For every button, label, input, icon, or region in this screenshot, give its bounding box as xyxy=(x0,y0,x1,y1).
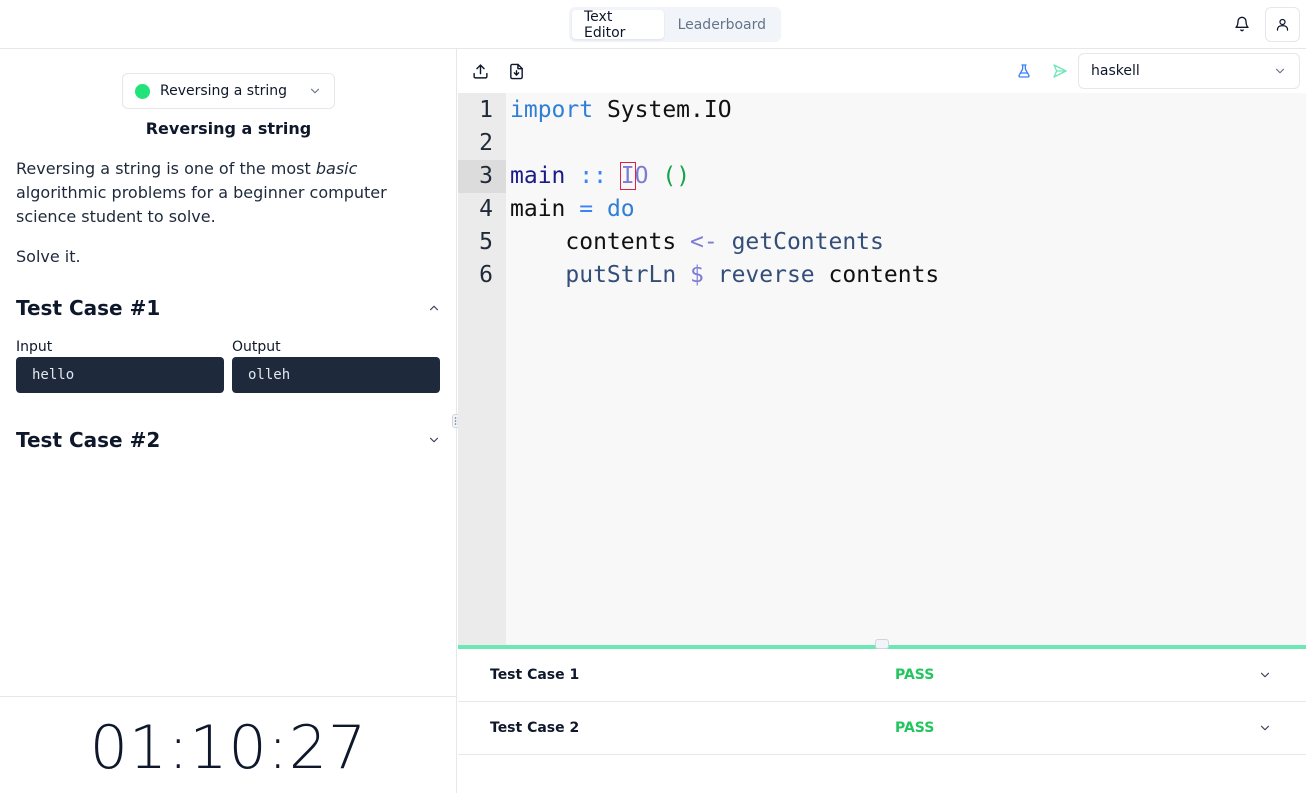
tab-leaderboard[interactable]: Leaderboard xyxy=(666,10,778,39)
result-name: Test Case 2 xyxy=(490,720,580,736)
description-emphasis: basic xyxy=(315,159,358,178)
output-label: Output xyxy=(232,339,281,355)
problem-title: Reversing a string xyxy=(145,119,312,138)
line-number: 2 xyxy=(479,130,493,156)
send-icon xyxy=(1053,64,1067,78)
input-label: Input xyxy=(16,339,53,355)
code-line: import System.IO xyxy=(510,94,732,127)
line-gutter: 1 2 3 4 5 6 xyxy=(458,93,506,645)
code-token: () xyxy=(648,163,691,189)
problem-instruction: Solve it. xyxy=(16,247,81,266)
line-number: 6 xyxy=(479,262,493,288)
tab-text-editor[interactable]: Text Editor xyxy=(572,9,664,41)
code-token: import xyxy=(510,97,594,123)
description-text-end: algorithmic problems for a beginner comp… xyxy=(16,183,387,226)
code-token: System.IO xyxy=(593,97,732,123)
problem-panel: Reversing a string Reversing a string Re… xyxy=(0,49,457,793)
code-line: main :: IO () xyxy=(510,160,690,193)
result-row-2[interactable]: Test Case 2 PASS xyxy=(458,702,1306,755)
code-token: <- xyxy=(676,229,732,255)
problem-selector-label: Reversing a string xyxy=(160,83,287,99)
code-token: main xyxy=(510,196,566,222)
code-token: = xyxy=(565,196,607,222)
test-output-value: olleh xyxy=(232,357,440,393)
flask-icon xyxy=(1018,64,1030,78)
user-icon xyxy=(1276,18,1289,31)
code-line: contents <- getContents xyxy=(510,226,884,259)
line-number: 4 xyxy=(479,196,493,222)
result-status: PASS xyxy=(895,720,935,736)
test-case-title: Test Case #2 xyxy=(16,428,161,452)
bell-icon xyxy=(1235,16,1249,32)
code-line: main = do xyxy=(510,193,635,226)
code-token: reverse xyxy=(717,262,815,288)
language-value: haskell xyxy=(1091,63,1140,79)
problem-description: Reversing a string is one of the most ba… xyxy=(16,157,441,229)
code-token: :: xyxy=(565,163,621,189)
upload-button[interactable] xyxy=(470,61,490,81)
view-tabs: Text Editor Leaderboard xyxy=(569,7,781,42)
chevron-down-icon xyxy=(1260,672,1270,678)
horizontal-resize-handle[interactable] xyxy=(875,639,889,649)
user-menu-button[interactable] xyxy=(1265,7,1300,42)
code-token: contents xyxy=(510,229,677,255)
upload-icon xyxy=(472,63,488,79)
test-case-1-header[interactable]: Test Case #1 xyxy=(16,294,441,322)
code-token: contents xyxy=(814,262,940,288)
code-token: putStrLn xyxy=(510,262,677,288)
editor-toolbar: haskell xyxy=(458,49,1306,93)
code-token: $ xyxy=(676,262,718,288)
run-tests-button[interactable] xyxy=(1014,61,1034,81)
timer-section: 01:10:27 xyxy=(0,696,457,793)
line-number: 5 xyxy=(479,229,493,255)
chevron-down-icon xyxy=(1260,725,1270,731)
result-name: Test Case 1 xyxy=(490,667,580,683)
code-token: do xyxy=(606,196,635,222)
top-bar: Text Editor Leaderboard xyxy=(0,0,1306,49)
code-editor[interactable]: 123456 import System.IO main :: IO () main… xyxy=(458,93,1306,645)
code-token: getContents xyxy=(731,229,884,255)
download-button[interactable] xyxy=(506,61,526,81)
countdown-timer: 01:10:27 xyxy=(89,713,368,783)
result-row-1[interactable]: Test Case 1 PASS xyxy=(458,649,1306,702)
description-text: Reversing a string is one of the most xyxy=(16,159,316,178)
chevron-down-icon xyxy=(310,88,320,94)
status-dot xyxy=(135,83,150,99)
test-input-value: hello xyxy=(16,357,224,393)
download-file-icon xyxy=(509,63,523,79)
language-select[interactable]: haskell xyxy=(1078,53,1300,89)
notifications-button[interactable] xyxy=(1226,8,1258,40)
problem-selector[interactable]: Reversing a string xyxy=(122,73,335,109)
test-case-2-header[interactable]: Test Case #2 xyxy=(16,426,441,454)
chevron-down-icon xyxy=(429,437,439,443)
code-line: putStrLn $ reverse contents xyxy=(510,259,939,292)
chevron-down-icon xyxy=(1275,68,1285,74)
code-token: main xyxy=(510,163,566,189)
result-status: PASS xyxy=(895,667,935,683)
test-case-title: Test Case #1 xyxy=(16,296,161,320)
chevron-up-icon xyxy=(429,305,439,311)
line-number: 3 xyxy=(458,160,506,193)
code-token: I xyxy=(619,162,636,190)
editor-panel: haskell 123456 import System.IOmain :: I… xyxy=(458,49,1306,793)
line-number: 1 xyxy=(479,97,493,123)
code-token: O xyxy=(634,163,649,189)
submit-button[interactable] xyxy=(1050,61,1070,81)
